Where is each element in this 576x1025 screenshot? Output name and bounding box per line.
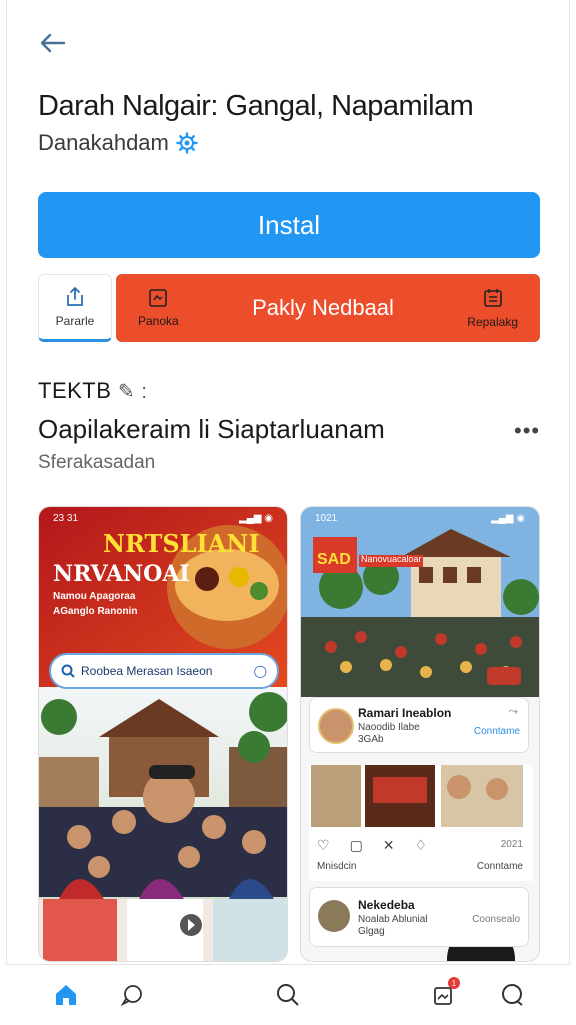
status-bar-1: 23 31 ▂▄▆ ◉	[39, 513, 287, 529]
nav-search[interactable]	[270, 977, 306, 1013]
repalakg-button[interactable]: Repalakg	[467, 287, 518, 329]
verified-gear-icon	[176, 132, 198, 154]
card-2-sub: Noalab Ablunial	[358, 914, 428, 925]
promo-headline-2: NRVANOAI	[53, 561, 190, 587]
card-1-sub2: 3GAb	[358, 734, 384, 745]
chat-icon	[120, 985, 142, 1007]
rating-icon: ✎ :	[118, 381, 148, 403]
nav-profile[interactable]	[494, 977, 530, 1013]
panoka-label: Panoka	[138, 314, 179, 328]
share-icon	[67, 286, 83, 306]
avatar	[318, 900, 350, 932]
share-button[interactable]: Pararle	[38, 274, 112, 342]
back-button[interactable]	[36, 28, 68, 58]
share-icon[interactable]: ✕	[383, 837, 395, 854]
banner-sign-1: SAD	[317, 551, 351, 568]
bottom-nav: 1	[6, 964, 570, 1025]
home-icon	[56, 985, 76, 1005]
nav-chat[interactable]	[114, 977, 150, 1013]
profile-icon	[502, 984, 523, 1006]
card-2-action[interactable]: Coonsealo	[472, 914, 520, 925]
banner-sign-2: Nanovuacaloar	[361, 554, 422, 564]
app-title: Darah Nalgair: Gangal, Napamilam	[38, 90, 474, 122]
search-pill-text: Roobea Merasan Isaeon	[81, 664, 213, 678]
card-1-share-icon[interactable]: ⤳	[508, 704, 518, 719]
reaction-row: ♡ ▢ ✕ ♢ 2021 Mnisdcin Conntame	[309, 833, 533, 881]
status-time-2: 1021	[315, 513, 338, 524]
search-pill[interactable]: Roobea Merasan Isaeon ◯	[49, 653, 279, 689]
search-pill-ring-icon: ◯	[253, 664, 267, 678]
feed-card-2[interactable]: Nekedeba Noalab Ablunial Glgag Coonsealo	[309, 887, 529, 947]
status-time-1: 23 31	[53, 513, 79, 524]
status-icons-1: ▂▄▆ ◉	[239, 513, 273, 524]
promo-line-1: Namou Apagoraa	[53, 591, 136, 602]
panoka-button[interactable]: Panoka	[138, 288, 179, 328]
reaction-count: 2021	[500, 839, 523, 850]
section-label: TEKTB ✎ :	[38, 378, 147, 404]
card-1-action[interactable]: Conntame	[474, 726, 520, 737]
nav-notifications[interactable]: 1	[426, 977, 462, 1013]
search-icon	[61, 664, 75, 678]
status-icons-2: ▂▄▆ ◉	[491, 513, 525, 524]
comment-icon[interactable]: ▢	[350, 837, 363, 854]
share-label: Pararle	[55, 314, 95, 328]
section-subtitle: Sferakasadan	[38, 452, 156, 473]
primary-action-button[interactable]: Pakly Nedbaal	[252, 295, 394, 321]
avatar	[318, 708, 354, 744]
developer-name[interactable]: Danakahdam	[38, 130, 169, 156]
screenshot-2[interactable]: 1021 ▂▄▆ ◉ SAD Nanovuacaloar Ramari Inea…	[300, 506, 540, 962]
heart-icon[interactable]: ♡	[317, 837, 330, 854]
status-bar-2: 1021 ▂▄▆ ◉	[301, 513, 539, 529]
feed-card-1[interactable]: Ramari Ineablon Naoodib Ilabe 3GAb ⤳ Con…	[309, 697, 529, 753]
screenshot-1[interactable]: 23 31 ▂▄▆ ◉ NRTSLIANI NRVANOAI Namou Apa…	[38, 506, 288, 962]
install-button[interactable]: Instal	[38, 192, 540, 258]
more-options-icon[interactable]: •••	[514, 418, 540, 444]
section-label-text: TEKTB	[38, 378, 112, 403]
card-2-title: Nekedeba	[358, 898, 415, 912]
promo-headline-1: NRTSLIANI	[103, 529, 260, 558]
developer-row[interactable]: Danakahdam	[38, 130, 199, 156]
reaction-left-label: Mnisdcin	[317, 861, 357, 872]
promo-line-2: AGanglo Ranonin	[53, 606, 138, 617]
reaction-right-label[interactable]: Conntame	[477, 861, 523, 872]
bookmark-icon[interactable]: ♢	[415, 837, 428, 854]
action-bar: Panoka Pakly Nedbaal Repalakg	[116, 274, 540, 342]
repalakg-label: Repalakg	[467, 315, 518, 329]
back-arrow-icon	[40, 33, 66, 53]
nav-home[interactable]	[48, 977, 84, 1013]
notification-badge: 1	[448, 977, 460, 989]
card-1-sub: Naoodib Ilabe	[358, 722, 420, 733]
search-icon	[277, 984, 299, 1006]
card-1-title: Ramari Ineablon	[358, 706, 452, 720]
section-title[interactable]: Oapilakeraim li Siaptarluanam	[38, 414, 385, 445]
list-icon	[483, 289, 502, 307]
image-icon	[149, 289, 168, 307]
reaction-icons[interactable]: ♡ ▢ ✕ ♢	[317, 837, 427, 854]
card-2-sub2: Glgag	[358, 926, 385, 937]
